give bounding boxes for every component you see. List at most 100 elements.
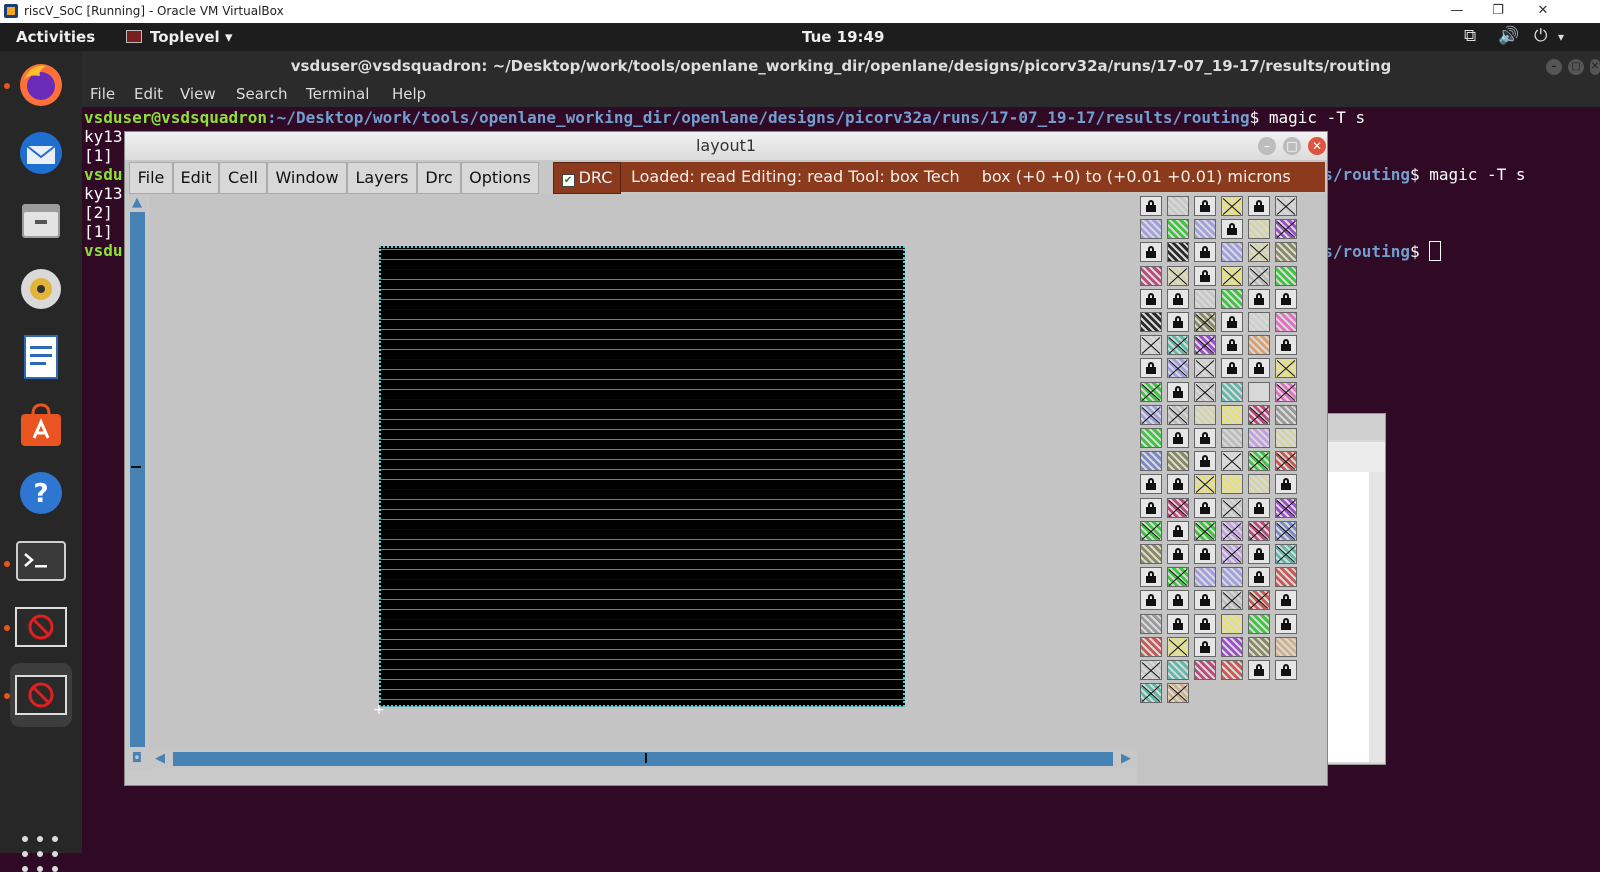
show-applications-icon[interactable] xyxy=(22,836,58,872)
layer-swatch[interactable] xyxy=(1221,265,1243,286)
layer-swatch[interactable] xyxy=(1194,358,1216,379)
layer-swatch[interactable] xyxy=(1140,497,1162,518)
layer-swatch[interactable] xyxy=(1248,451,1270,472)
layer-swatch[interactable] xyxy=(1275,474,1297,495)
layer-swatch[interactable] xyxy=(1275,381,1297,402)
layer-swatch[interactable] xyxy=(1194,660,1216,680)
layer-swatch[interactable] xyxy=(1275,288,1297,309)
layer-swatch[interactable] xyxy=(1248,613,1270,634)
layer-swatch[interactable] xyxy=(1248,567,1270,588)
layer-swatch[interactable] xyxy=(1221,242,1243,263)
layer-swatch[interactable] xyxy=(1194,520,1216,541)
layer-swatch[interactable] xyxy=(1221,613,1243,634)
terminal-menu-file[interactable]: File xyxy=(90,85,115,103)
layer-swatch[interactable] xyxy=(1248,404,1270,425)
layer-swatch[interactable] xyxy=(1140,567,1162,588)
layer-swatch[interactable] xyxy=(1167,219,1189,240)
layer-swatch[interactable] xyxy=(1194,404,1216,425)
layout-menu-window[interactable]: Window xyxy=(267,162,347,194)
horizontal-scroll-track[interactable] xyxy=(173,752,1113,766)
layer-swatch[interactable] xyxy=(1167,451,1189,472)
vertical-scrollbar[interactable]: ▲ ▼ xyxy=(127,194,147,770)
horizontal-scrollbar[interactable]: ◘ ◀ ▶ xyxy=(127,749,1137,769)
layer-swatch[interactable] xyxy=(1194,196,1216,216)
terminal-icon[interactable] xyxy=(13,533,69,589)
layer-swatch[interactable] xyxy=(1275,590,1297,611)
layer-swatch[interactable] xyxy=(1194,544,1216,564)
volume-icon[interactable]: 🔊 xyxy=(1498,26,1519,46)
layer-swatch[interactable] xyxy=(1140,404,1162,425)
terminal-minimize-button[interactable]: – xyxy=(1546,59,1562,75)
layer-swatch[interactable] xyxy=(1221,474,1243,495)
layer-swatch[interactable] xyxy=(1248,312,1270,332)
host-minimize-button[interactable]: — xyxy=(1434,0,1480,23)
layer-swatch[interactable] xyxy=(1221,381,1243,402)
firefox-icon[interactable] xyxy=(13,57,69,113)
layer-swatch[interactable] xyxy=(1140,520,1162,541)
layer-swatch[interactable] xyxy=(1167,196,1189,216)
layer-swatch[interactable] xyxy=(1221,219,1243,240)
layer-swatch[interactable] xyxy=(1140,381,1162,402)
layer-swatch[interactable] xyxy=(1221,520,1243,541)
layer-swatch[interactable] xyxy=(1248,219,1270,240)
layer-swatch[interactable] xyxy=(1194,636,1216,657)
layer-swatch[interactable] xyxy=(1275,428,1297,448)
layer-swatch[interactable] xyxy=(1221,404,1243,425)
layer-swatch[interactable] xyxy=(1140,265,1162,286)
clock[interactable]: Tue 19:49 xyxy=(802,28,884,46)
layer-swatch[interactable] xyxy=(1248,196,1270,216)
files-icon[interactable] xyxy=(13,193,69,249)
layer-swatch[interactable] xyxy=(1221,567,1243,588)
layer-swatch[interactable] xyxy=(1194,613,1216,634)
drc-toggle[interactable]: ✔ DRC xyxy=(553,162,621,194)
layer-swatch[interactable] xyxy=(1140,335,1162,356)
layer-swatch[interactable] xyxy=(1140,358,1162,379)
layer-swatch[interactable] xyxy=(1194,428,1216,448)
layer-swatch[interactable] xyxy=(1167,335,1189,356)
terminal-close-button[interactable]: ✕ xyxy=(1590,59,1600,75)
layer-swatch[interactable] xyxy=(1221,196,1243,216)
layer-swatch[interactable] xyxy=(1167,381,1189,402)
scroll-left-arrow-icon[interactable]: ◀ xyxy=(151,751,169,767)
layer-swatch[interactable] xyxy=(1248,358,1270,379)
layer-swatch[interactable] xyxy=(1167,404,1189,425)
terminal-menu-help[interactable]: Help xyxy=(392,85,426,103)
layer-swatch[interactable] xyxy=(1248,636,1270,657)
layer-swatch[interactable] xyxy=(1275,358,1297,379)
layer-swatch[interactable] xyxy=(1275,660,1297,680)
layer-swatch[interactable] xyxy=(1167,590,1189,611)
writer-icon[interactable] xyxy=(13,329,69,385)
layer-swatch[interactable] xyxy=(1275,451,1297,472)
layer-swatch[interactable] xyxy=(1167,242,1189,263)
layer-swatch[interactable] xyxy=(1275,219,1297,240)
layer-swatch[interactable] xyxy=(1275,497,1297,518)
layer-swatch[interactable] xyxy=(1275,196,1297,216)
layer-swatch[interactable] xyxy=(1140,613,1162,634)
layout-menu-drc[interactable]: Drc xyxy=(417,162,461,194)
layer-swatch[interactable] xyxy=(1194,219,1216,240)
network-icon[interactable]: ⧉ xyxy=(1464,26,1476,46)
activities-button[interactable]: Activities xyxy=(16,28,95,46)
layer-swatch[interactable] xyxy=(1248,335,1270,356)
vertical-scroll-thumb[interactable] xyxy=(131,466,141,468)
layer-swatch[interactable] xyxy=(1221,451,1243,472)
host-close-button[interactable]: ✕ xyxy=(1520,0,1566,23)
layer-swatch[interactable] xyxy=(1221,636,1243,657)
layer-swatch[interactable] xyxy=(1194,567,1216,588)
layer-swatch[interactable] xyxy=(1221,335,1243,356)
layer-swatch[interactable] xyxy=(1167,520,1189,541)
layer-swatch[interactable] xyxy=(1167,567,1189,588)
system-menu-chevron-icon[interactable]: ▾ xyxy=(1558,30,1564,44)
layer-swatch[interactable] xyxy=(1194,242,1216,263)
layer-swatch[interactable] xyxy=(1167,474,1189,495)
layer-swatch[interactable] xyxy=(1167,312,1189,332)
layer-swatch[interactable] xyxy=(1275,404,1297,425)
layer-swatch[interactable] xyxy=(1140,590,1162,611)
layout-menu-cell[interactable]: Cell xyxy=(219,162,267,194)
layer-swatch[interactable] xyxy=(1248,520,1270,541)
layer-swatch[interactable] xyxy=(1248,288,1270,309)
layer-swatch[interactable] xyxy=(1167,544,1189,564)
layer-swatch[interactable] xyxy=(1221,288,1243,309)
layout-menu-edit[interactable]: Edit xyxy=(173,162,219,194)
layer-swatch[interactable] xyxy=(1248,544,1270,564)
